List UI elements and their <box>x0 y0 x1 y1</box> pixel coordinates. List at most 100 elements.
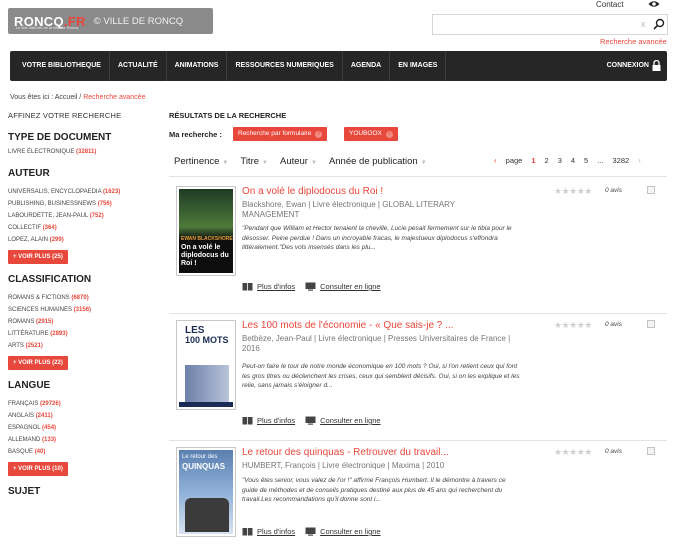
more-info-link[interactable]: Plus d'infos <box>242 527 295 536</box>
result-meta: HUMBERT, François | Livre électronique |… <box>242 461 445 470</box>
book-cover[interactable]: LES 100 MOTS <box>176 320 236 410</box>
cover-author: EWAN BLACKSHORE <box>181 236 233 242</box>
sort-annee[interactable]: Année de publication ▼ <box>329 156 427 167</box>
screen-icon <box>305 282 316 291</box>
breadcrumb: Vous êtes ici : Accueil / Recherche avan… <box>10 94 146 101</box>
nav-item-images[interactable]: EN IMAGES <box>390 51 447 81</box>
facet-item[interactable]: FRANÇAIS (29726) <box>8 401 163 407</box>
pagination: ‹ page 1 2 3 4 5 ... 3282 › <box>494 156 641 165</box>
page-link[interactable]: 2 <box>545 156 549 165</box>
more-classification-button[interactable]: + VOIR PLUS (22) <box>8 356 68 370</box>
facet-item[interactable]: PUBLISHING, BUSINESSNEWS (756) <box>8 201 163 207</box>
nav-item-animations[interactable]: ANIMATIONS <box>167 51 228 81</box>
facet-item[interactable]: ROMANS (2915) <box>8 319 163 325</box>
book-cover[interactable]: Le retour des QUINQUAS <box>176 447 236 537</box>
facet-heading-langue: LANGUE <box>8 380 51 391</box>
result-title-link[interactable]: On a volé le diplodocus du Roi ! <box>242 186 383 197</box>
site-logo[interactable]: RONCQ.FR Le site internet de la ville de… <box>8 8 213 34</box>
lock-icon[interactable] <box>652 60 661 71</box>
facet-item[interactable]: LITTÉRATURE (2893) <box>8 331 163 337</box>
result-item: LES 100 MOTS Les 100 mots de l'économie … <box>169 320 667 440</box>
sort-auteur[interactable]: Auteur ▼ <box>280 156 317 167</box>
next-page-icon[interactable]: › <box>638 156 641 165</box>
facet-item[interactable]: SCIENCES HUMAINES (3156) <box>8 307 163 313</box>
facet-item[interactable]: ARTS (2521) <box>8 343 163 349</box>
facet-item[interactable]: ESPAGNOL (454) <box>8 425 163 431</box>
page-link-last[interactable]: 3282 <box>612 156 629 165</box>
nav-item-bibliotheque[interactable]: VOTRE BIBLIOTHEQUE <box>10 51 110 81</box>
chevron-down-icon: ▼ <box>262 160 268 166</box>
search-icon[interactable] <box>653 18 665 30</box>
result-description: "Vous êtes senior, vous valez de l'or !"… <box>242 477 506 503</box>
screen-icon <box>305 527 316 536</box>
filter-chip-formulaire[interactable]: Recherche par formulaire × <box>233 127 328 141</box>
sort-bar: Pertinence ▼ Titre ▼ Auteur ▼ Année de publ… <box>174 156 439 167</box>
result-item: EWAN BLACKSHORE On a volé le diplodocus … <box>169 186 667 306</box>
select-checkbox[interactable] <box>647 447 655 455</box>
pager-ellipsis: ... <box>597 156 604 165</box>
connexion-button[interactable]: CONNEXION <box>607 51 649 81</box>
search-input[interactable] <box>433 15 633 34</box>
facet-heading-sujet: SUJET <box>8 486 41 497</box>
facet-item[interactable]: UNIVERSALIS, ENCYCLOPAEDIA (1623) <box>8 189 163 195</box>
facet-item[interactable]: COLLECTIF (364) <box>8 225 163 231</box>
results-title: RÉSULTATS DE LA RECHERCHE <box>169 111 287 120</box>
more-authors-button[interactable]: + VOIR PLUS (25) <box>8 250 68 264</box>
nav-item-actualite[interactable]: ACTUALITÉ <box>110 51 167 81</box>
remove-chip-icon[interactable]: × <box>385 131 393 138</box>
facet-item[interactable]: ALLEMAND (133) <box>8 437 163 443</box>
screen-icon <box>305 416 316 425</box>
sort-titre[interactable]: Titre ▼ <box>240 156 268 167</box>
search-clear-icon[interactable]: x <box>641 19 646 29</box>
eye-icon[interactable] <box>648 0 660 8</box>
online-link[interactable]: Consulter en ligne <box>305 527 381 536</box>
more-info-link[interactable]: Plus d'infos <box>242 416 295 425</box>
facet-heading-type: TYPE DE DOCUMENT <box>8 132 112 143</box>
facet-item[interactable]: LIVRE ÉLECTRONIQUE (32811) <box>8 149 163 155</box>
result-description: Peut-on faire le tour de notre monde éco… <box>242 363 520 389</box>
facet-heading-classification: CLASSIFICATION <box>8 274 92 285</box>
facet-item[interactable]: LABOURDETTE, JEAN-PAUL (752) <box>8 213 163 219</box>
search-box[interactable]: x <box>432 14 668 35</box>
more-langue-button[interactable]: + VOIR PLUS (10) <box>8 462 68 476</box>
breadcrumb-home[interactable]: Accueil <box>55 94 78 101</box>
filter-chip-youboox[interactable]: YOUBOOX × <box>344 127 398 141</box>
chevron-down-icon: ▼ <box>420 160 427 166</box>
result-actions: Plus d'infos Consulter en ligne <box>242 527 391 536</box>
result-title-link[interactable]: Le retour des quinquas - Retrouver du tr… <box>242 447 449 458</box>
facet-item[interactable]: LOPEZ, ALAIN (299) <box>8 237 163 243</box>
select-checkbox[interactable] <box>647 320 655 328</box>
rating-count: 0 avis <box>605 187 622 194</box>
facet-heading-auteur: AUTEUR <box>8 168 50 179</box>
result-actions: Plus d'infos Consulter en ligne <box>242 282 391 291</box>
advanced-search-link[interactable]: Recherche avancée <box>600 37 667 46</box>
page-link[interactable]: 5 <box>584 156 588 165</box>
facet-item[interactable]: ROMANS & FICTIONS (6870) <box>8 295 163 301</box>
divider <box>169 176 667 177</box>
rating-stars[interactable]: ★★★★★ <box>554 186 592 197</box>
my-search-label: Ma recherche : <box>169 130 222 139</box>
page-link[interactable]: 4 <box>571 156 575 165</box>
rating-count: 0 avis <box>605 321 622 328</box>
online-link[interactable]: Consulter en ligne <box>305 282 381 291</box>
result-actions: Plus d'infos Consulter en ligne <box>242 416 391 425</box>
nav-item-ressources[interactable]: RESSOURCES NUMERIQUES <box>227 51 343 81</box>
remove-chip-icon[interactable]: × <box>315 131 323 138</box>
rating-stars[interactable]: ★★★★★ <box>554 447 592 458</box>
sort-pertinence[interactable]: Pertinence ▼ <box>174 156 228 167</box>
page-link[interactable]: 3 <box>558 156 562 165</box>
book-cover[interactable]: EWAN BLACKSHORE On a volé le diplodocus … <box>176 186 236 276</box>
breadcrumb-current: Recherche avancée <box>83 94 146 101</box>
online-link[interactable]: Consulter en ligne <box>305 416 381 425</box>
prev-page-icon[interactable]: ‹ <box>494 156 497 165</box>
facet-item[interactable]: ANGLAIS (2411) <box>8 413 163 419</box>
select-checkbox[interactable] <box>647 186 655 194</box>
result-title-link[interactable]: Les 100 mots de l'économie - « Que sais-… <box>242 320 453 331</box>
more-info-link[interactable]: Plus d'infos <box>242 282 295 291</box>
page-link-current[interactable]: 1 <box>531 156 535 165</box>
contact-link[interactable]: Contact <box>596 0 624 9</box>
rating-stars[interactable]: ★★★★★ <box>554 320 592 331</box>
nav-item-agenda[interactable]: AGENDA <box>343 51 391 81</box>
facet-item[interactable]: BASQUE (40) <box>8 449 163 455</box>
facet-sidebar: AFFINEZ VOTRE RECHERCHE TYPE DE DOCUMENT… <box>8 111 163 497</box>
